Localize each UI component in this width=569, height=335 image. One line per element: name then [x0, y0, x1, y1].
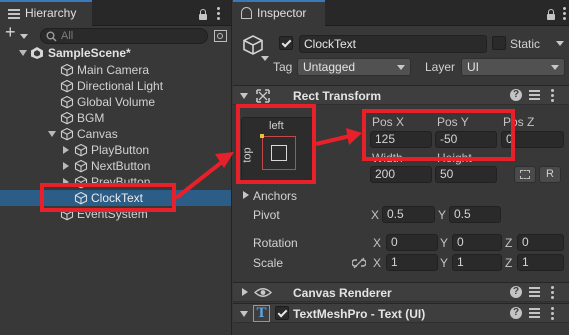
annotation-arrow-1: [174, 160, 224, 200]
annotation-arrowhead-2: [346, 128, 362, 145]
annotation-arrows: [174, 128, 362, 200]
annotation-arrow-2: [315, 134, 351, 146]
